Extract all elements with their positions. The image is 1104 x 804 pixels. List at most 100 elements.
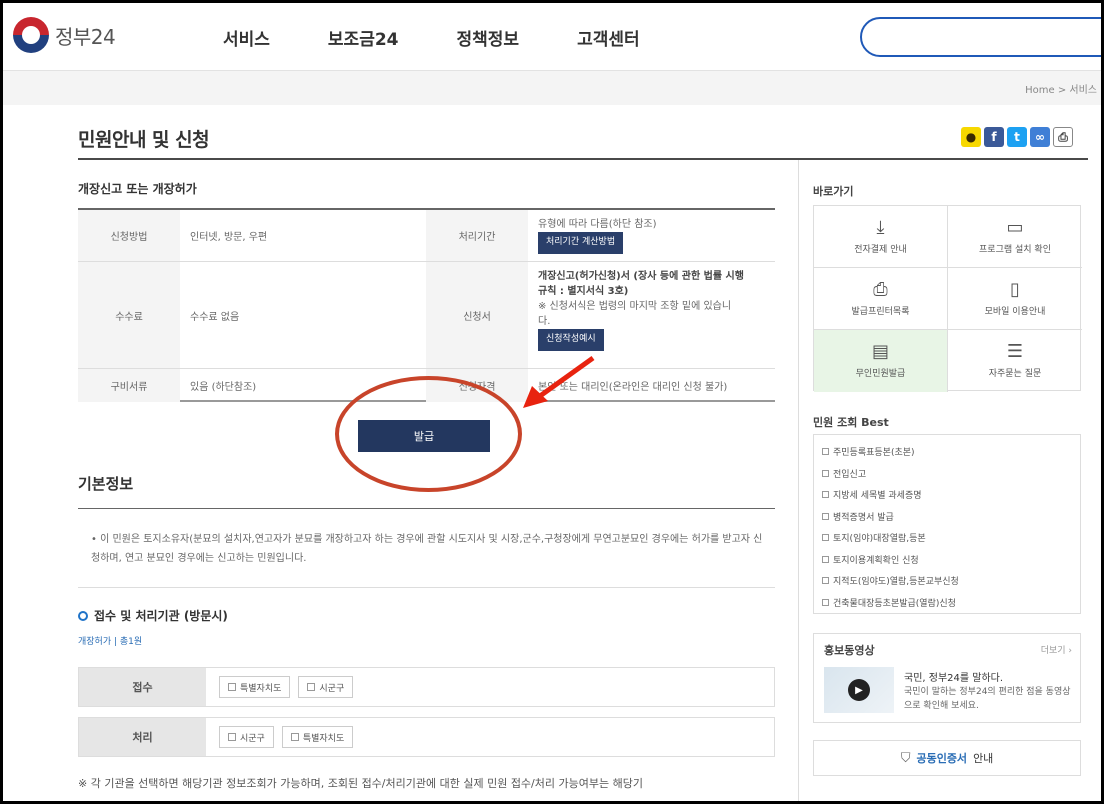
promo-thumbnail[interactable]: ▶	[824, 667, 894, 713]
annotation-arrow-icon	[523, 355, 595, 408]
site-logo[interactable]: 정부24	[13, 17, 116, 53]
nav-item-subsidy[interactable]: 보조금24	[328, 25, 399, 50]
quick-links: ⤓ 전자결제 안내 ▭ 프로그램 설치 확인 ⎙ 발급프린터목록 ▯ 모바일 이…	[813, 205, 1082, 392]
quick-label: 발급프린터목록	[851, 306, 910, 317]
promo-headline[interactable]: 국민, 정부24를 말하다.	[904, 669, 1003, 684]
checkbox-icon	[228, 683, 236, 691]
promo-title: 홍보동영상	[824, 644, 875, 657]
title-divider	[78, 158, 1088, 160]
breadcrumb: Home > 서비스	[1025, 85, 1097, 96]
bullet-icon	[822, 555, 829, 563]
quick-label: 프로그램 설치 확인	[979, 244, 1051, 255]
chip-special-province[interactable]: 특별자치도	[281, 726, 354, 748]
processing-note: ※ 각 기관을 선택하면 해당기관 정보조회가 가능하며, 조회된 접수/처리기…	[78, 777, 643, 790]
processing-title: 접수 및 처리기관 (방문시)	[78, 607, 228, 624]
chip-label: 특별자치도	[240, 683, 282, 694]
docs-label: 구비서류	[78, 369, 180, 402]
bullet-icon	[822, 598, 829, 606]
list-item[interactable]: 건축물대장등초본발급(열람)신청	[822, 592, 1072, 614]
basic-description-text: 이 민원은 토지소유자(분묘의 설치자,연고자가 분묘를 개장하고자 하는 경우…	[91, 534, 763, 564]
list-item-label: 지방세 세목별 과세증명	[833, 491, 922, 502]
list-item[interactable]: 토지이용계획확인 신청	[822, 549, 1072, 571]
period-calc-button[interactable]: 처리기간 계산방법	[538, 232, 624, 254]
quick-mobile[interactable]: ▯ 모바일 이용안내	[948, 268, 1082, 330]
quick-label: 모바일 이용안내	[984, 306, 1046, 317]
fee-label: 수수료	[78, 262, 180, 368]
table-row: 신청방법 인터넷, 방문, 우편 처리기간 유형에 따라 다름(하단 참조) 처…	[78, 210, 775, 262]
twitter-icon[interactable]: t	[1007, 127, 1027, 147]
mobile-icon: ▯	[1010, 278, 1020, 300]
promo-video-box: 홍보동영상 더보기 › ▶ 국민, 정부24를 말하다. 국민이 말하는 정부2…	[813, 633, 1081, 723]
print-icon[interactable]: ⎙	[1053, 127, 1073, 147]
best-list: 주민등록표등본(초본) 전입신고 지방세 세목별 과세증명 병적증명서 발급 토…	[813, 434, 1081, 614]
link-icon[interactable]: ∞	[1030, 127, 1050, 147]
annotation-circle	[335, 376, 522, 492]
bullet-icon	[822, 512, 829, 520]
chip-label: 시군구	[240, 733, 265, 744]
list-item-label: 토지(임야)대장열람,등본	[833, 534, 926, 545]
ring-bullet-icon	[78, 610, 88, 621]
chip-label: 시군구	[319, 683, 345, 694]
nav-item-policy[interactable]: 정책정보	[457, 25, 520, 50]
download-icon: ⤓	[876, 216, 885, 238]
kiosk-icon: ▤	[871, 341, 889, 362]
form-example-button[interactable]: 신청작성예시	[538, 329, 604, 351]
browser-frame: 정부24 서비스 보조금24 정책정보 고객센터 Home > 서비스 민원안내…	[0, 0, 1104, 804]
table-row: 수수료 수수료 없음 신청서 개장신고(허가신청)서 (장사 등에 관한 법률 …	[78, 262, 775, 369]
section-title: 개장신고 또는 개장허가	[78, 182, 197, 196]
quick-title: 바로가기	[813, 185, 854, 198]
chip-city-county[interactable]: 시군구	[219, 726, 274, 748]
chip-city-county[interactable]: 시군구	[298, 676, 354, 698]
shield-icon: ⛉	[900, 750, 911, 766]
list-item[interactable]: 지방세 세목별 과세증명	[822, 484, 1072, 506]
nav-item-service[interactable]: 서비스	[223, 25, 270, 50]
quick-label: 자주묻는 질문	[988, 369, 1042, 379]
form-cell: 개장신고(허가신청)서 (장사 등에 관한 법률 시행 규칙 : 별지서식 3호…	[538, 269, 773, 351]
share-toolbar: ● f t ∞ ⎙	[961, 127, 1073, 147]
bullet-icon	[822, 491, 829, 499]
page-title: 민원안내 및 신청	[78, 129, 210, 151]
bullet-icon	[822, 448, 829, 456]
form-label: 신청서	[426, 262, 528, 368]
search-input[interactable]	[860, 17, 1101, 57]
bullet-icon	[822, 469, 829, 477]
main-nav: 서비스 보조금24 정책정보 고객센터	[223, 25, 640, 50]
quick-kiosk[interactable]: ▤ 무인민원발급	[814, 330, 948, 392]
list-item[interactable]: 병적증명서 발급	[822, 506, 1072, 528]
fee-value: 수수료 없음	[190, 311, 240, 323]
cert-guide-button[interactable]: ⛉ 공동인증서 안내	[813, 740, 1081, 776]
list-item-label: 병적증명서 발급	[833, 512, 894, 523]
column-divider	[798, 160, 799, 801]
receive-row: 접수 특별자치도 시군구	[78, 667, 775, 707]
period-value: 유형에 따라 다름(하단 참조)	[538, 219, 657, 230]
basic-divider	[78, 508, 775, 509]
period-cell: 유형에 따라 다름(하단 참조) 처리기간 계산방법	[538, 217, 657, 254]
list-item[interactable]: 지적도(임야도)열람,등본교부신청	[822, 570, 1072, 592]
quick-program-check[interactable]: ▭ 프로그램 설치 확인	[948, 206, 1082, 268]
quick-faq[interactable]: ☰ 자주묻는 질문	[948, 330, 1082, 392]
list-item[interactable]: 전입신고	[822, 463, 1072, 485]
processing-link[interactable]: 개장허가 | 총1원	[78, 634, 142, 647]
checkbox-icon	[228, 733, 236, 741]
form-line-2: 규칙 : 별지서식 3호)	[538, 286, 629, 297]
process-chips: 시군구 특별자치도	[219, 726, 354, 748]
cert-highlight: 공동인증서	[916, 752, 968, 765]
quick-printer-list[interactable]: ⎙ 발급프린터목록	[814, 268, 948, 330]
kakao-icon[interactable]: ●	[961, 127, 981, 147]
chip-special-province[interactable]: 특별자치도	[219, 676, 291, 698]
list-item-label: 토지이용계획확인 신청	[833, 555, 919, 566]
method-label: 신청방법	[78, 210, 180, 261]
info-table: 신청방법 인터넷, 방문, 우편 처리기간 유형에 따라 다름(하단 참조) 처…	[78, 208, 775, 402]
process-row: 처리 시군구 특별자치도	[78, 717, 775, 757]
printer-icon: ⎙	[873, 278, 888, 300]
list-item[interactable]: 토지(임야)대장열람,등본	[822, 527, 1072, 549]
facebook-icon[interactable]: f	[984, 127, 1004, 147]
list-item[interactable]: 주민등록표등본(초본)	[822, 441, 1072, 463]
nav-item-support[interactable]: 고객센터	[577, 25, 640, 50]
quick-epayment[interactable]: ⤓ 전자결제 안내	[814, 206, 948, 268]
cert-rest: 안내	[973, 752, 994, 765]
basic-description: • 이 민원은 토지소유자(분묘의 설치자,연고자가 분묘를 개장하고자 하는 …	[91, 534, 763, 564]
receive-label: 접수	[79, 668, 206, 706]
promo-more-link[interactable]: 더보기 ›	[1041, 643, 1072, 656]
site-header: 정부24 서비스 보조금24 정책정보 고객센터	[3, 3, 1101, 71]
